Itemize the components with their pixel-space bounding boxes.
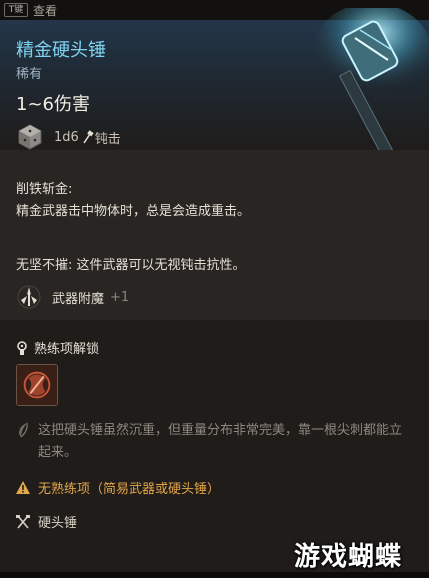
watermark: 游戏蝴蝶 — [294, 542, 403, 572]
item-name: 精金硬头锤 — [16, 40, 106, 61]
damage-range: 1~6伤害 — [16, 94, 90, 115]
mace-illustration-icon — [312, 8, 429, 157]
damage-type: 钝击 — [94, 131, 121, 147]
bludgeoning-icon — [83, 130, 94, 144]
damage-dice-row: 1d6 钝击 — [16, 122, 121, 152]
tooltip-header: 精金硬头锤 稀有 1~6伤害 1d6 钝击 — [0, 8, 429, 157]
view-label[interactable]: 查看 — [33, 2, 57, 19]
enchant-icon — [17, 285, 41, 309]
enchant-row: 武器附魔 +1 — [16, 282, 129, 312]
passive-second: 无坚不摧: 这件武器可以无视钝击抗性。 — [16, 258, 246, 273]
proficiency-warning: 无熟练项（简易武器或硬头锤） — [38, 482, 221, 497]
enchant-bonus: +1 — [110, 289, 130, 305]
proficiency-skill-slot[interactable] — [16, 364, 58, 406]
passive-title: 削铁斩金: — [16, 182, 73, 197]
flavor-text: 这把硬头锤虽然沉重，但重量分布非常完美，靠一根尖刺都能立起来。 — [38, 423, 403, 460]
unlock-icon — [17, 340, 27, 355]
proficiency-unlock-row: 熟练项解锁 — [16, 338, 99, 357]
enchant-label: 武器附魔 — [52, 291, 105, 307]
proficiency-skill-icon — [17, 365, 57, 405]
passive-section: 削铁斩金: 精金武器击中物体时，总是会造成重击。 无坚不摧: 这件武器可以无视钝… — [0, 150, 429, 320]
weapon-type: 硬头锤 — [38, 516, 78, 531]
crossed-weapons-icon — [16, 514, 30, 529]
warning-row: 无熟练项（简易武器或硬头锤） — [16, 478, 220, 497]
hotkey-badge: T键 — [4, 3, 28, 17]
item-rarity: 稀有 — [16, 67, 43, 82]
item-tooltip: 精金硬头锤 稀有 1~6伤害 1d6 钝击 削铁斩金: 精金武器击中物体时，总是… — [0, 8, 429, 572]
die-icon — [18, 124, 42, 150]
feather-icon — [19, 422, 28, 438]
passive-description: 精金武器击中物体时，总是会造成重击。 — [16, 204, 251, 219]
weapon-type-row: 硬头锤 — [16, 512, 77, 531]
warning-icon — [16, 481, 30, 494]
proficiency-section: 熟练项解锁 这把硬头锤虽然沉重，但重量分布非常完美，靠一根尖刺都能立起来。 无熟… — [0, 320, 429, 572]
dice-value: 1d6 — [54, 129, 79, 145]
proficiency-unlock-label: 熟练项解锁 — [34, 342, 100, 357]
